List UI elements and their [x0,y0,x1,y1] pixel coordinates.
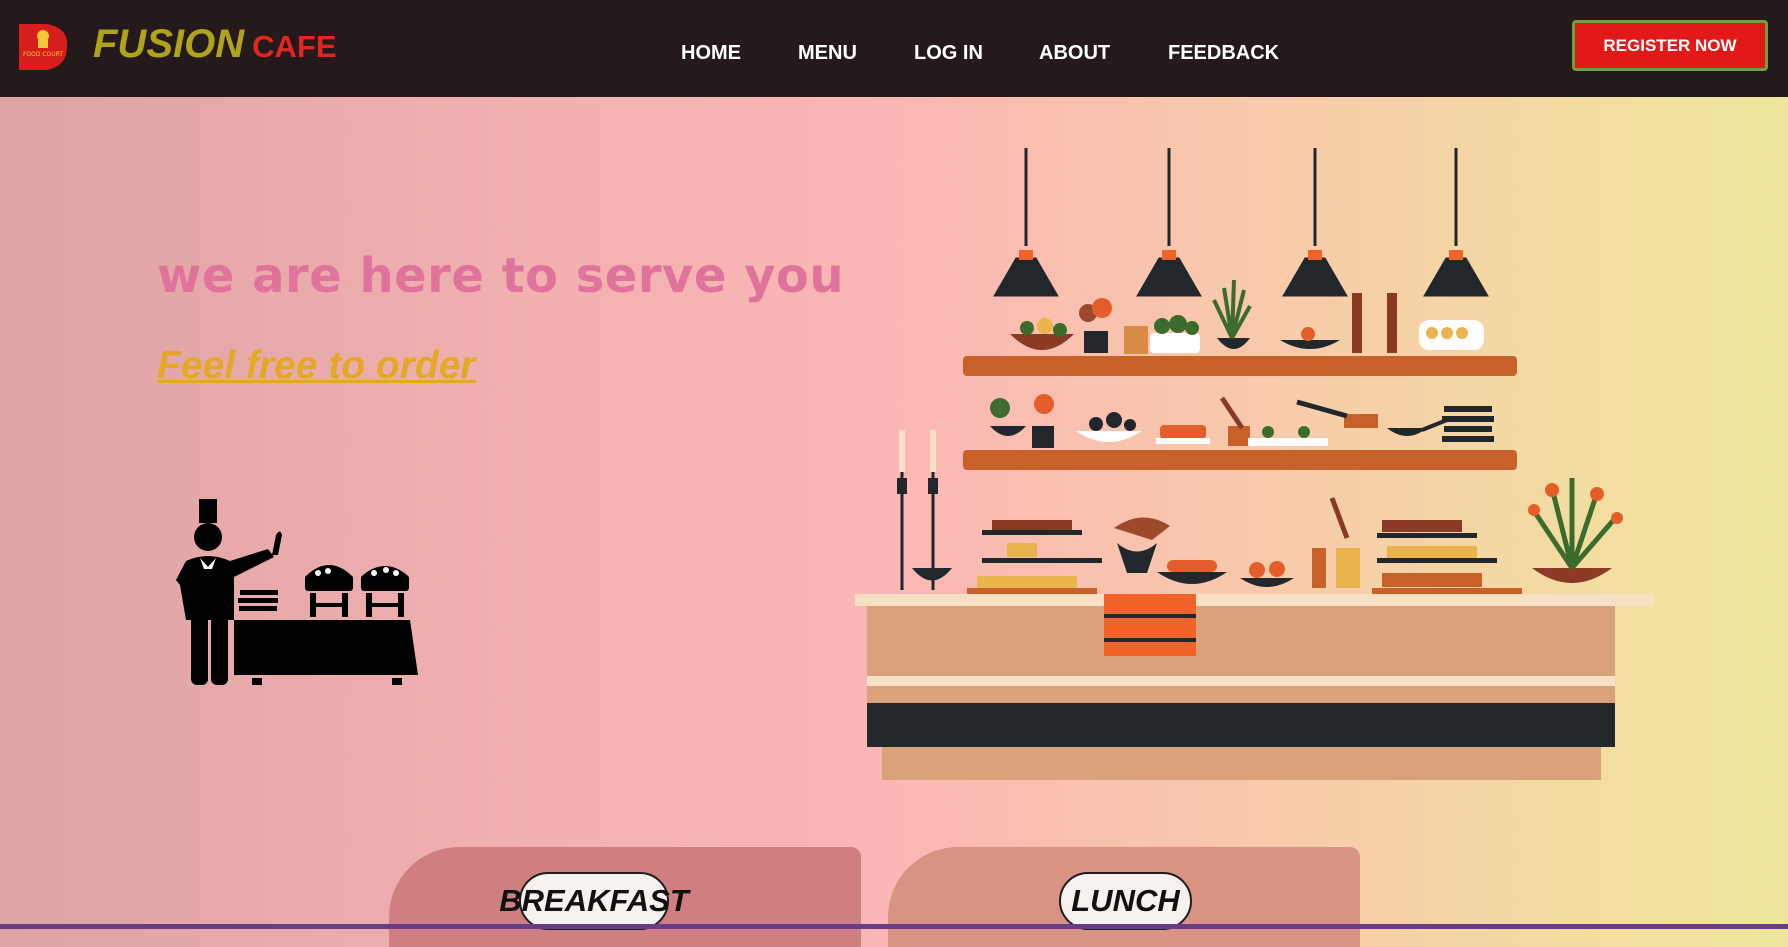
order-link[interactable]: Feel free to order [157,344,476,388]
bottom-border [0,924,1788,929]
buffet-counter-illustration [852,148,1656,784]
lunch-card[interactable]: LUNCH [888,847,1360,947]
nav-feedback[interactable]: FEEDBACK [1168,42,1279,65]
food-court-logo-icon[interactable]: FOOD COURT [17,22,69,72]
breakfast-card[interactable]: BREAKFAST [389,847,861,947]
hero-tagline: we are here to serve you [157,248,845,304]
brand-sub: CAFE [252,29,337,64]
brand-name[interactable]: FUSION CAFE [93,22,337,67]
nav-home[interactable]: HOME [681,42,741,65]
register-now-button[interactable]: REGISTER NOW [1572,20,1768,71]
nav-menu[interactable]: MENU [798,42,857,65]
lunch-label[interactable]: LUNCH [1059,872,1192,930]
nav-login[interactable]: LOG IN [914,42,983,65]
nav-about[interactable]: ABOUT [1039,42,1110,65]
chef-buffet-icon [168,495,422,695]
breakfast-label[interactable]: BREAKFAST [499,872,689,930]
svg-text:FOOD COURT: FOOD COURT [23,51,63,58]
brand-main: FUSION [93,22,245,66]
navbar: FOOD COURT FUSION CAFE HOME MENU LOG IN A… [0,0,1788,97]
